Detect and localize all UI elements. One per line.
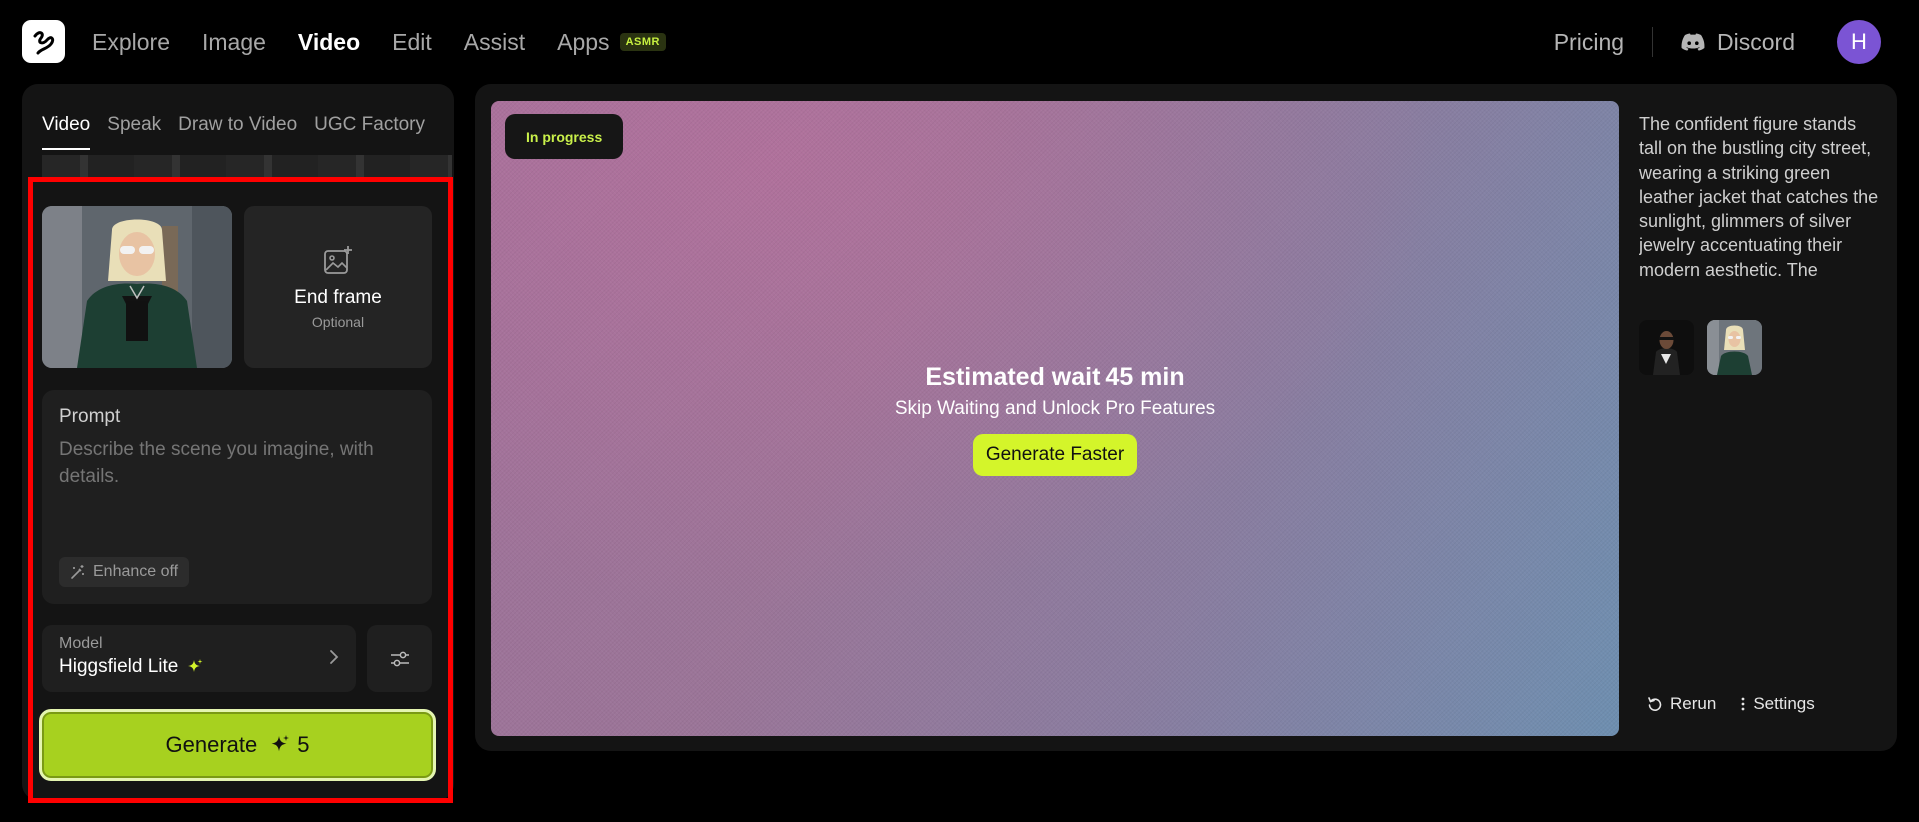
discord-icon — [1681, 33, 1705, 51]
sliders-icon — [390, 651, 409, 666]
discord-link[interactable]: Discord — [1681, 29, 1795, 56]
generate-button[interactable]: Generate 5 — [39, 709, 436, 781]
reference-thumbnail[interactable] — [1707, 320, 1762, 375]
model-name-row: Higgsfield Lite — [59, 656, 339, 678]
rerun-label: Rerun — [1670, 694, 1717, 713]
nav-item-apps-group[interactable]: Apps ASMR — [557, 29, 666, 56]
nav-item-apps[interactable]: Apps — [557, 29, 609, 56]
reference-thumbnail[interactable] — [1639, 320, 1694, 375]
preset-strip[interactable] — [42, 155, 452, 177]
nav-item-assist[interactable]: Assist — [464, 29, 525, 56]
enhance-toggle[interactable]: Enhance off — [59, 557, 190, 587]
tab-video[interactable]: Video — [42, 114, 91, 150]
wait-title: Estimated wait 45 min — [925, 363, 1185, 391]
nav-item-edit[interactable]: Edit — [392, 29, 432, 56]
prompt-input[interactable] — [59, 436, 415, 546]
reference-thumbnails — [1639, 320, 1762, 375]
prompt-box: Prompt Enhance off — [42, 390, 432, 604]
pricing-link[interactable]: Pricing — [1554, 29, 1624, 56]
prompt-description: The confident figure stands tall on the … — [1639, 114, 1879, 280]
right-nav: Pricing Discord H — [1554, 20, 1881, 64]
settings-button[interactable]: Settings — [1740, 694, 1815, 714]
enhance-label: Enhance off — [93, 563, 179, 580]
result-panel: In progress Estimated wait 45 min Skip W… — [475, 84, 1897, 751]
sparkle-icon — [271, 735, 290, 752]
nav-divider — [1652, 27, 1654, 57]
logo-icon[interactable] — [22, 20, 65, 63]
chevron-right-icon — [330, 650, 339, 664]
video-preview: In progress Estimated wait 45 min Skip W… — [491, 101, 1619, 736]
nav-item-explore[interactable]: Explore — [92, 29, 170, 56]
nav-item-image[interactable]: Image — [202, 29, 266, 56]
wait-info: Estimated wait 45 min Skip Waiting and U… — [491, 363, 1619, 476]
status-badge: In progress — [505, 114, 624, 159]
frame-inputs: End frame Optional — [42, 206, 432, 368]
tab-ugc-factory[interactable]: UGC Factory — [314, 114, 425, 150]
rerun-icon — [1648, 697, 1662, 711]
generate-label: Generate — [165, 732, 258, 757]
sparkle-icon — [188, 659, 203, 672]
image-plus-icon — [324, 245, 352, 274]
prompt-label: Prompt — [59, 406, 121, 427]
main-nav: Explore Image Video Edit Assist Apps ASM… — [92, 22, 666, 62]
generate-faster-button[interactable]: Generate Faster — [972, 434, 1138, 476]
advanced-settings-button[interactable] — [367, 625, 432, 692]
settings-label: Settings — [1753, 694, 1815, 713]
end-frame-upload[interactable]: End frame Optional — [244, 206, 432, 368]
magic-wand-icon — [71, 565, 84, 579]
result-actions: Rerun Settings — [1647, 694, 1815, 714]
tab-draw-to-video[interactable]: Draw to Video — [178, 114, 297, 150]
model-name: Higgsfield Lite — [59, 656, 179, 677]
end-frame-subtitle: Optional — [311, 313, 365, 330]
model-label: Model — [59, 635, 103, 652]
top-navigation: Explore Image Video Edit Assist Apps ASM… — [0, 0, 1919, 84]
more-vertical-icon — [1741, 697, 1745, 711]
generate-cost-value: 5 — [297, 732, 310, 757]
rerun-button[interactable]: Rerun — [1647, 694, 1716, 714]
tab-speak[interactable]: Speak — [107, 114, 161, 150]
wait-subtitle: Skip Waiting and Unlock Pro Features — [894, 398, 1216, 419]
asmr-badge: ASMR — [619, 33, 666, 51]
nav-item-video[interactable]: Video — [298, 29, 360, 56]
start-frame-image[interactable] — [42, 206, 232, 368]
model-selector[interactable]: Model Higgsfield Lite — [42, 625, 356, 692]
generate-cost: 5 — [269, 732, 309, 758]
avatar[interactable]: H — [1837, 20, 1881, 64]
mode-tabs: Video Speak Draw to Video UGC Factory — [42, 114, 425, 150]
end-frame-title: End frame — [294, 286, 382, 308]
discord-label: Discord — [1717, 28, 1795, 55]
